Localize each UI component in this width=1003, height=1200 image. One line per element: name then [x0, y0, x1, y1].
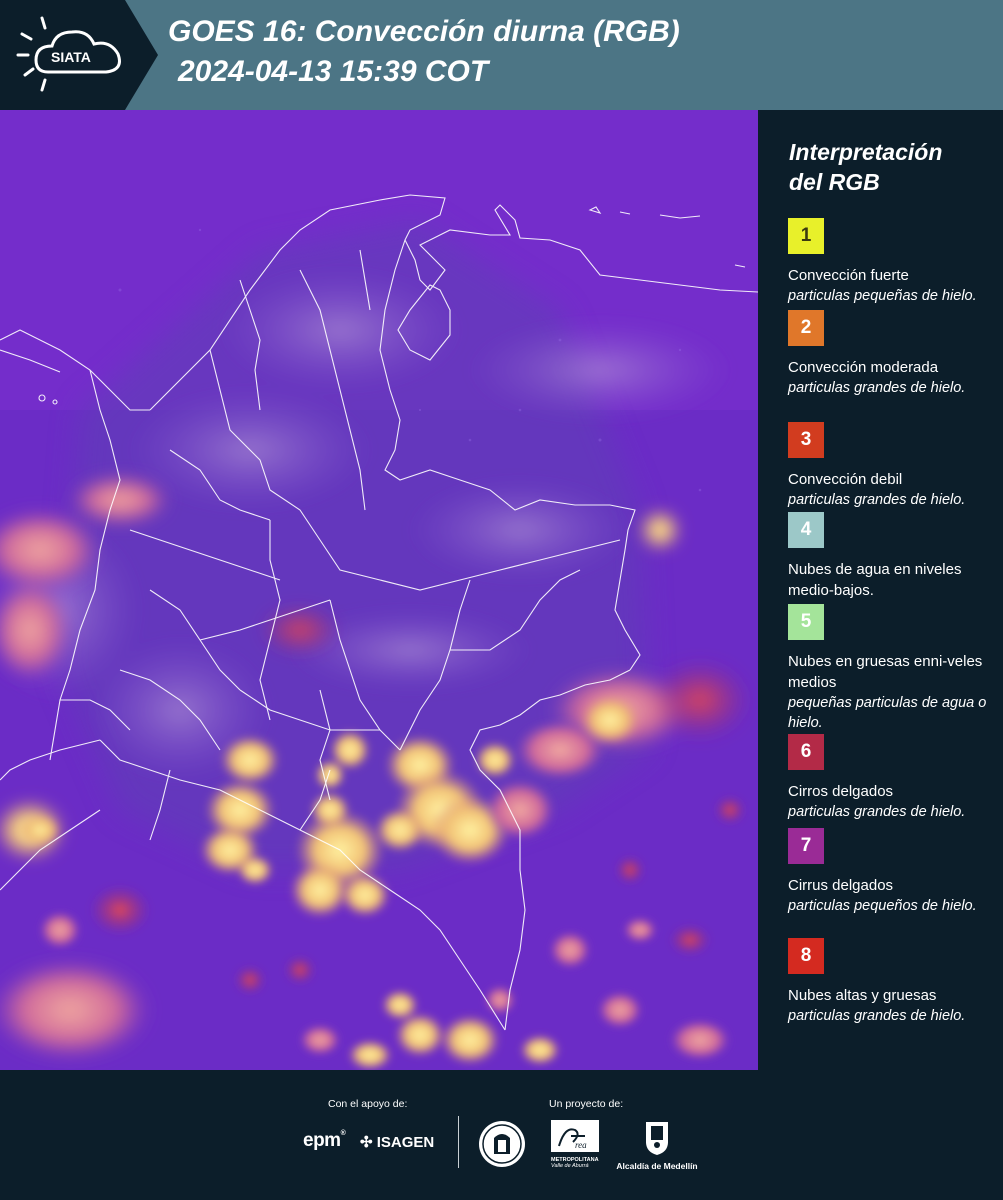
- legend-number: 7: [800, 835, 812, 856]
- legend-title-line1: Interpretación: [789, 139, 943, 165]
- legend-item-subtitle: pequeñas particulas de agua o hielo.: [788, 695, 987, 731]
- legend-swatch-2: 2: [788, 310, 824, 346]
- legend-item-subtitle: particulas grandes de hielo.: [788, 492, 966, 508]
- legend-number: 6: [800, 741, 812, 762]
- legend-panel: Interpretación del RGB 1 Convección fuer…: [758, 110, 1003, 1070]
- epm-logo: epm®: [303, 1130, 346, 1151]
- isagen-logo: ✣ ISAGEN: [360, 1133, 434, 1151]
- alcaldia-text: Alcaldía de Medellín: [616, 1161, 698, 1171]
- legend-number: 1: [800, 225, 812, 246]
- legend-number: 8: [800, 945, 812, 966]
- legend-number: 5: [800, 611, 812, 632]
- legend-item-title: Nubes de agua en niveles medio-bajos.: [788, 561, 962, 599]
- legend-item-6: 6 Cirros delgados particulas grandes de …: [788, 734, 988, 822]
- legend-item-8: 8 Nubes altas y gruesas particulas grand…: [788, 938, 988, 1026]
- legend-item-4: 4 Nubes de agua en niveles medio-bajos.: [788, 512, 988, 601]
- legend-item-2: 2 Convección moderada particulas grandes…: [788, 310, 988, 398]
- legend-number: 2: [800, 317, 812, 338]
- legend-swatch-4: 4: [788, 512, 824, 548]
- legend-item-title: Cirros delgados: [788, 783, 894, 800]
- project-label: Un proyecto de:: [549, 1098, 624, 1110]
- legend-item-3: 3 Convección debil particulas grandes de…: [788, 422, 988, 510]
- legend-number: 4: [800, 519, 812, 540]
- legend-swatch-7: 7: [788, 828, 824, 864]
- svg-text:rea: rea: [575, 1140, 587, 1150]
- legend-item-subtitle: particulas grandes de hielo.: [788, 380, 966, 396]
- legend-item-title: Convección moderada: [788, 359, 939, 376]
- area-metropolitana-logo: rea METROPOLITANA Valle de Aburrá: [551, 1120, 599, 1169]
- legend-item-title: Nubes en gruesas enni-veles medios: [788, 653, 983, 691]
- legend-item-title: Nubes altas y gruesas: [788, 987, 937, 1004]
- support-label: Con el apoyo de:: [328, 1098, 408, 1110]
- legend-item-subtitle: particulas pequeños de hielo.: [788, 898, 977, 914]
- epm-logo-text: epm: [303, 1130, 341, 1151]
- legend-item-title: Cirrus delgados: [788, 877, 894, 894]
- isagen-star-icon: ✣: [360, 1134, 373, 1151]
- timestamp: 2024-04-13 15:39 COT: [178, 55, 489, 88]
- legend-swatch-8: 8: [788, 938, 824, 974]
- legend-swatch-5: 5: [788, 604, 824, 640]
- siata-logo: SIATA: [0, 0, 158, 110]
- area-line2: Valle de Aburrá: [551, 1163, 589, 1169]
- legend-item-1: 1 Convección fuerte particulas pequeñas …: [788, 218, 988, 306]
- legend-item-subtitle: particulas grandes de hielo.: [788, 1008, 966, 1024]
- page-title: GOES 16: Convección diurna (RGB): [168, 15, 680, 48]
- legend-title-line2: del RGB: [789, 169, 880, 195]
- satellite-image: [0, 110, 758, 1070]
- university-seal-icon: [478, 1120, 526, 1173]
- legend-item-title: Convección fuerte: [788, 267, 909, 284]
- isagen-logo-text: ISAGEN: [376, 1134, 435, 1151]
- legend-item-title: Convección debil: [788, 471, 903, 488]
- alcaldia-logo: Alcaldía de Medellín: [612, 1118, 702, 1171]
- coat-of-arms-icon: [646, 1122, 668, 1155]
- legend-item-5: 5 Nubes en gruesas enni-veles medios peq…: [788, 604, 988, 733]
- footer-divider: [458, 1116, 459, 1168]
- legend-item-7: 7 Cirrus delgados particulas pequeños de…: [788, 828, 988, 916]
- legend-number: 3: [800, 429, 812, 450]
- footer: Con el apoyo de: Un proyecto de: epm® ✣ …: [0, 1070, 1003, 1200]
- legend-item-subtitle: particulas grandes de hielo.: [788, 804, 966, 820]
- header-bar: SIATA GOES 16: Convección diurna (RGB) 2…: [0, 0, 1003, 110]
- legend-item-subtitle: particulas pequeñas de hielo.: [788, 288, 977, 304]
- legend-swatch-1: 1: [788, 218, 824, 254]
- legend-title: Interpretación del RGB: [789, 137, 989, 197]
- logo-text: SIATA: [51, 49, 91, 65]
- legend-swatch-3: 3: [788, 422, 824, 458]
- legend-swatch-6: 6: [788, 734, 824, 770]
